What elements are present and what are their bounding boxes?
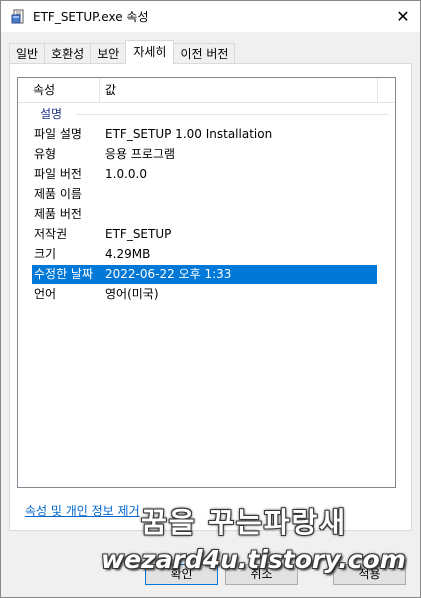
tab-strip: 일반 호환성 보안 자세히 이전 버전 — [9, 40, 236, 65]
property-value: 2022-06-22 오후 1:33 — [105, 267, 232, 281]
watermark-url: wezard4u.tistory.com — [101, 545, 406, 574]
property-name: 파일 설명 — [34, 127, 82, 141]
property-name: 제품 이름 — [34, 187, 82, 201]
title-bar[interactable]: ETF_SETUP.exe 속성 ✕ — [1, 1, 420, 32]
property-value: 응용 프로그램 — [105, 147, 176, 161]
list-item-selected[interactable]: 수정한 날짜 2022-06-22 오후 1:33 — [32, 265, 377, 284]
watermark-title: 꿈을 꾸는파랑새 — [141, 506, 348, 539]
column-header-value[interactable]: 값 — [100, 78, 378, 102]
property-value: ETF_SETUP 1.00 Installation — [105, 127, 273, 141]
list-item[interactable]: 저작권 ETF_SETUP — [32, 225, 377, 244]
list-item[interactable]: 크기 4.29MB — [32, 245, 377, 264]
list-item[interactable]: 제품 이름 — [32, 185, 377, 204]
group-label: 설명 — [40, 107, 63, 121]
property-value: 1.0.0.0 — [105, 167, 147, 181]
close-icon: ✕ — [396, 7, 410, 26]
property-name: 저작권 — [34, 227, 68, 241]
property-name: 파일 버전 — [34, 167, 82, 181]
tab-previous-versions[interactable]: 이전 버전 — [173, 43, 236, 64]
property-name: 언어 — [34, 287, 57, 301]
tab-compatibility[interactable]: 호환성 — [44, 43, 92, 64]
group-divider — [76, 114, 389, 115]
property-name: 수정한 날짜 — [34, 267, 94, 281]
tab-general[interactable]: 일반 — [9, 43, 46, 64]
list-item[interactable]: 파일 설명 ETF_SETUP 1.00 Installation — [32, 125, 377, 144]
property-name: 크기 — [34, 247, 57, 261]
exe-file-icon — [11, 9, 24, 24]
list-item[interactable]: 제품 버전 — [32, 205, 377, 224]
property-name: 유형 — [34, 147, 57, 161]
list-header: 속성 값 — [18, 78, 395, 103]
tab-details[interactable]: 자세히 — [125, 40, 175, 65]
list-item[interactable]: 유형 응용 프로그램 — [32, 145, 377, 164]
property-value: ETF_SETUP — [105, 227, 172, 241]
window-title: ETF_SETUP.exe 속성 — [33, 10, 149, 24]
property-value: 4.29MB — [105, 247, 151, 261]
details-list[interactable]: 속성 값 설명 파일 설명 ETF_SETUP 1.00 Installatio… — [17, 77, 396, 488]
list-item[interactable]: 파일 버전 1.0.0.0 — [32, 165, 377, 184]
tab-security[interactable]: 보안 — [90, 43, 127, 64]
list-item[interactable]: 언어 영어(미국) — [32, 285, 377, 304]
properties-window: ETF_SETUP.exe 속성 ✕ 일반 호환성 보안 자세히 이전 버전 속… — [0, 0, 421, 598]
close-button[interactable]: ✕ — [386, 1, 420, 32]
property-value: 영어(미국) — [105, 287, 159, 301]
column-header-property[interactable]: 속성 — [18, 78, 100, 102]
group-header-description: 설명 — [18, 105, 395, 123]
property-name: 제품 버전 — [34, 207, 82, 221]
remove-properties-link[interactable]: 속성 및 개인 정보 제거 — [25, 502, 140, 519]
